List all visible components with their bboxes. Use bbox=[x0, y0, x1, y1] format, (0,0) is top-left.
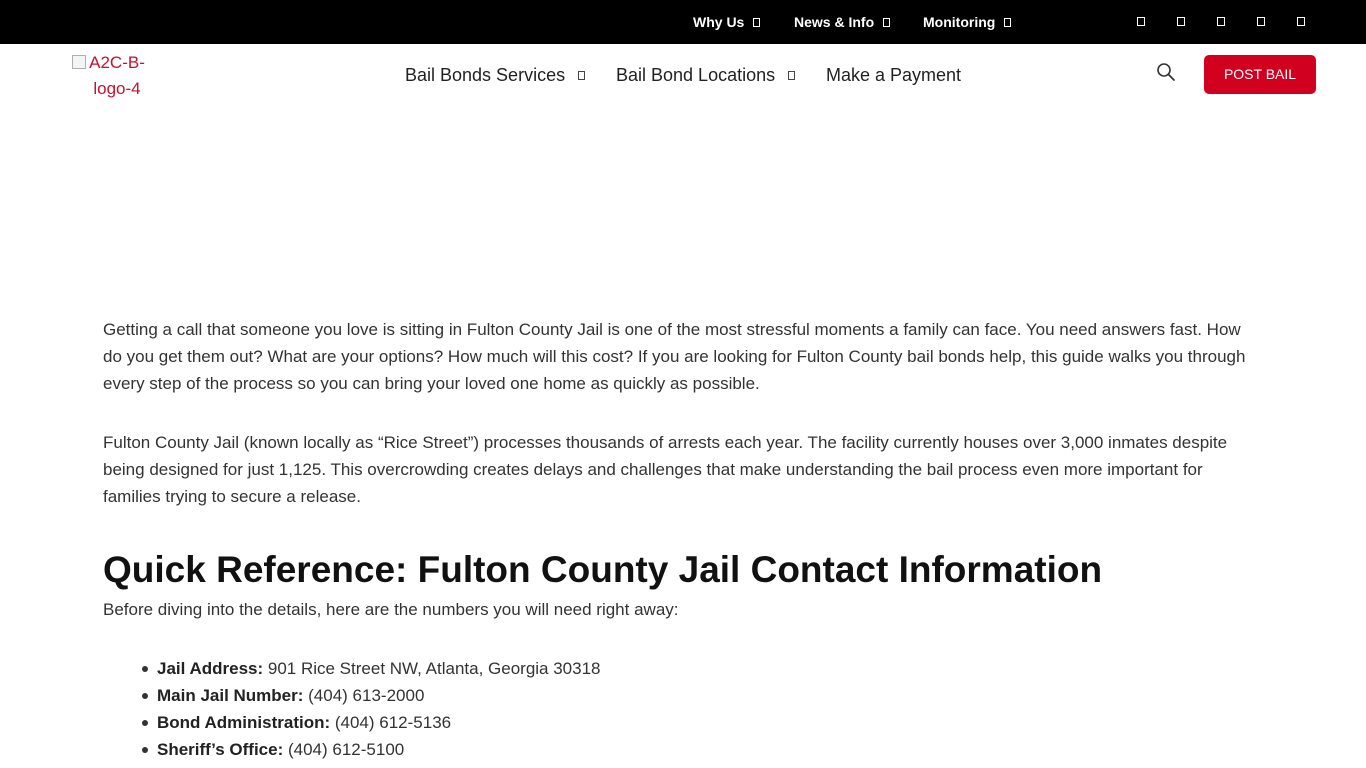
nav-bail-bonds-services[interactable]: Bail Bonds Services bbox=[405, 58, 586, 92]
nav-label: Make a Payment bbox=[826, 65, 962, 85]
contact-value: 901 Rice Street NW, Atlanta, Georgia 303… bbox=[263, 659, 601, 678]
chevron-down-icon bbox=[788, 70, 796, 80]
article-paragraph: Fulton County Jail (known locally as “Ri… bbox=[103, 433, 1228, 506]
chevron-down-icon bbox=[883, 17, 891, 27]
contact-list: Jail Address: 901 Rice Street NW, Atlant… bbox=[103, 655, 1253, 763]
section-heading: Quick Reference: Fulton County Jail Cont… bbox=[103, 549, 1103, 590]
search-icon[interactable] bbox=[1156, 62, 1176, 82]
facebook-icon[interactable] bbox=[1137, 17, 1145, 26]
topnav-news-info[interactable]: News & Info bbox=[794, 0, 891, 44]
youtube-icon[interactable] bbox=[1257, 17, 1265, 26]
section-intro: Before diving into the details, here are… bbox=[103, 600, 679, 619]
list-item: Bond Administration: (404) 612-5136 bbox=[142, 709, 1253, 736]
chevron-down-icon bbox=[1004, 17, 1012, 27]
nav-label: Bail Bond Locations bbox=[616, 65, 776, 85]
logo-alt-text: A2C-B-logo-4 bbox=[89, 53, 145, 98]
contact-label: Sheriff’s Office: bbox=[157, 740, 284, 759]
topnav-label: Monitoring bbox=[923, 14, 996, 30]
contact-value: (404) 612-5100 bbox=[283, 740, 405, 759]
nav-label: Bail Bonds Services bbox=[405, 65, 566, 85]
contact-label: Bond Administration: bbox=[157, 713, 331, 732]
site-logo[interactable]: A2C-B-logo-4 bbox=[72, 50, 162, 102]
topnav-label: News & Info bbox=[794, 14, 875, 30]
article-content: Getting a call that someone you love is … bbox=[103, 316, 1253, 763]
post-bail-button[interactable]: POST BAIL bbox=[1204, 55, 1316, 94]
contact-value: (404) 612-5136 bbox=[330, 713, 452, 732]
twitter-icon[interactable] bbox=[1177, 17, 1185, 26]
topnav-why-us[interactable]: Why Us bbox=[693, 0, 761, 44]
list-item: Jail Address: 901 Rice Street NW, Atlant… bbox=[142, 655, 1253, 682]
list-item: Sheriff’s Office: (404) 612-5100 bbox=[142, 736, 1253, 763]
contact-label: Jail Address: bbox=[157, 659, 264, 678]
linkedin-icon[interactable] bbox=[1297, 17, 1305, 26]
nav-bail-bond-locations[interactable]: Bail Bond Locations bbox=[616, 58, 796, 92]
chevron-down-icon bbox=[753, 17, 761, 27]
broken-image-icon bbox=[72, 55, 86, 69]
top-bar: Why Us News & Info Monitoring bbox=[0, 0, 1366, 44]
contact-value: (404) 613-2000 bbox=[303, 686, 425, 705]
nav-make-a-payment[interactable]: Make a Payment bbox=[826, 58, 961, 92]
article-paragraph: Getting a call that someone you love is … bbox=[103, 320, 1246, 393]
instagram-icon[interactable] bbox=[1217, 17, 1225, 26]
topnav-monitoring[interactable]: Monitoring bbox=[923, 0, 1012, 44]
topnav-label: Why Us bbox=[693, 14, 745, 30]
list-item: Main Jail Number: (404) 613-2000 bbox=[142, 682, 1253, 709]
contact-label: Main Jail Number: bbox=[157, 686, 304, 705]
chevron-down-icon bbox=[578, 70, 586, 80]
